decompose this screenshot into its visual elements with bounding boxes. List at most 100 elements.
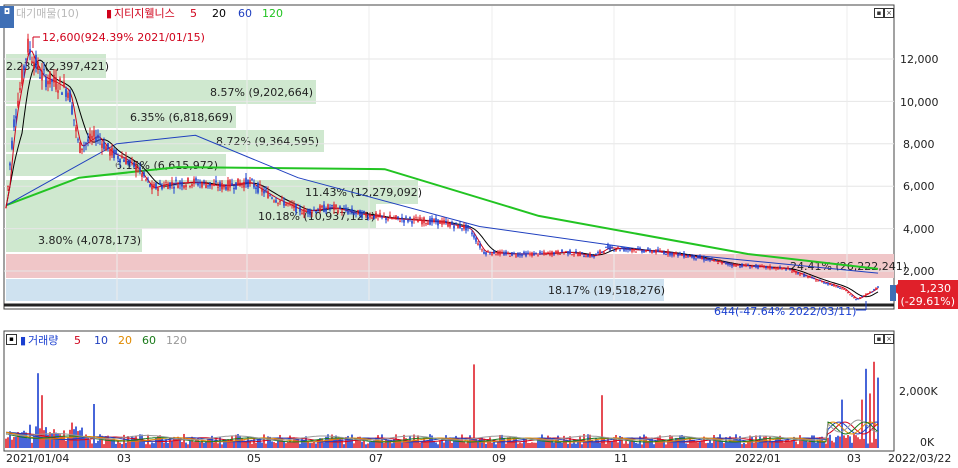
candle-body [805, 275, 807, 277]
volume-bar [783, 442, 785, 448]
candle-body [657, 249, 659, 252]
candle-body [67, 92, 69, 98]
candle-body [513, 252, 515, 254]
volume-bar [323, 442, 325, 448]
volume-bar [521, 443, 523, 448]
volume-bar [517, 443, 519, 448]
volume-bar [761, 438, 763, 448]
volume-bar [391, 443, 393, 448]
candle-body [489, 253, 491, 255]
volume-panel-close-icon[interactable]: × [884, 334, 894, 344]
candle-body [625, 249, 627, 251]
volume-bar [561, 442, 563, 448]
candle-body [289, 202, 291, 204]
candle-body [789, 269, 791, 271]
candle-body [251, 179, 253, 181]
candle-body [781, 267, 783, 269]
candle-body [791, 271, 793, 273]
volume-bar [677, 437, 679, 448]
candle-body [37, 61, 39, 70]
candle-body [13, 119, 15, 128]
volume-bar [419, 442, 421, 448]
candle-body [183, 185, 185, 188]
volume-bar [833, 442, 835, 448]
candle-body [245, 177, 247, 185]
candle-body [547, 251, 549, 253]
candle-body [267, 191, 269, 199]
candle-body [49, 71, 51, 85]
candle-body [735, 264, 737, 267]
scroll-right-handle[interactable] [890, 285, 896, 301]
volume-bar [609, 441, 611, 448]
price-panel-minimize-icon[interactable]: ▪ [874, 8, 884, 18]
volume-panel-toggle-icon[interactable]: ▪ [6, 334, 17, 345]
candle-body [147, 179, 149, 181]
volume-bar [797, 444, 799, 448]
candle-body [851, 295, 853, 297]
candle-body [679, 252, 681, 255]
candle-body [813, 277, 815, 279]
candle-body [195, 178, 197, 181]
candle-body [655, 249, 657, 254]
volume-bar [451, 442, 453, 448]
candle-body [281, 197, 283, 199]
candle-body [227, 180, 229, 191]
candle-body [341, 211, 343, 213]
candle-body [847, 292, 849, 294]
candle-body [455, 222, 457, 224]
candle-body [151, 184, 153, 190]
volume-bar [647, 442, 649, 448]
price-legend-ma20: 20 [212, 7, 226, 20]
candle-body [587, 254, 589, 257]
volume-bar [15, 436, 17, 448]
volume-bar [611, 441, 613, 448]
volume-bar [207, 438, 209, 448]
candle-body [785, 269, 787, 271]
candle-body [389, 215, 391, 219]
volume-bar [507, 437, 509, 448]
volume-bar [559, 441, 561, 448]
volume-bar [171, 440, 173, 448]
candle-body [579, 252, 581, 257]
candle-body [99, 139, 101, 141]
candle-body [27, 38, 29, 53]
candle-body [697, 255, 699, 259]
candle-body [283, 201, 285, 206]
high-label: 12,600(924.39% 2021/01/15) [42, 31, 205, 44]
candle-body [767, 266, 769, 268]
volume-bar [255, 442, 257, 448]
volume-bar [839, 436, 841, 448]
candle-body [779, 266, 781, 268]
candle-body [17, 100, 19, 107]
x-tick: 09 [492, 452, 506, 464]
volume-bar [553, 442, 555, 448]
volume-panel-minimize-icon[interactable]: ▪ [874, 334, 884, 344]
candle-body [139, 166, 141, 171]
volume-bar [465, 443, 467, 448]
candle-body [821, 281, 823, 283]
candle-body [589, 253, 591, 258]
candle-body [427, 222, 429, 225]
candle-body [593, 256, 595, 258]
volume-bar [121, 444, 123, 448]
candle-body [407, 219, 409, 222]
candle-body [243, 182, 245, 188]
volume-bar [707, 442, 709, 448]
candle-body [359, 210, 361, 217]
candle-body [531, 252, 533, 257]
volume-bar [217, 443, 219, 448]
candle-body [729, 263, 731, 265]
volume-bar [529, 443, 531, 448]
chart-settings-icon[interactable]: ◘ [0, 6, 14, 28]
volume-bar [745, 444, 747, 448]
candle-body [693, 254, 695, 259]
volume-bar [369, 441, 371, 448]
candle-body [47, 80, 49, 85]
candle-body [339, 206, 341, 209]
candle-body [201, 183, 203, 188]
candle-body [583, 256, 585, 258]
price-panel-close-icon[interactable]: × [884, 8, 894, 18]
price-y-tick: 4,000 [903, 223, 935, 236]
candle-body [101, 143, 103, 148]
candle-body [443, 219, 445, 224]
